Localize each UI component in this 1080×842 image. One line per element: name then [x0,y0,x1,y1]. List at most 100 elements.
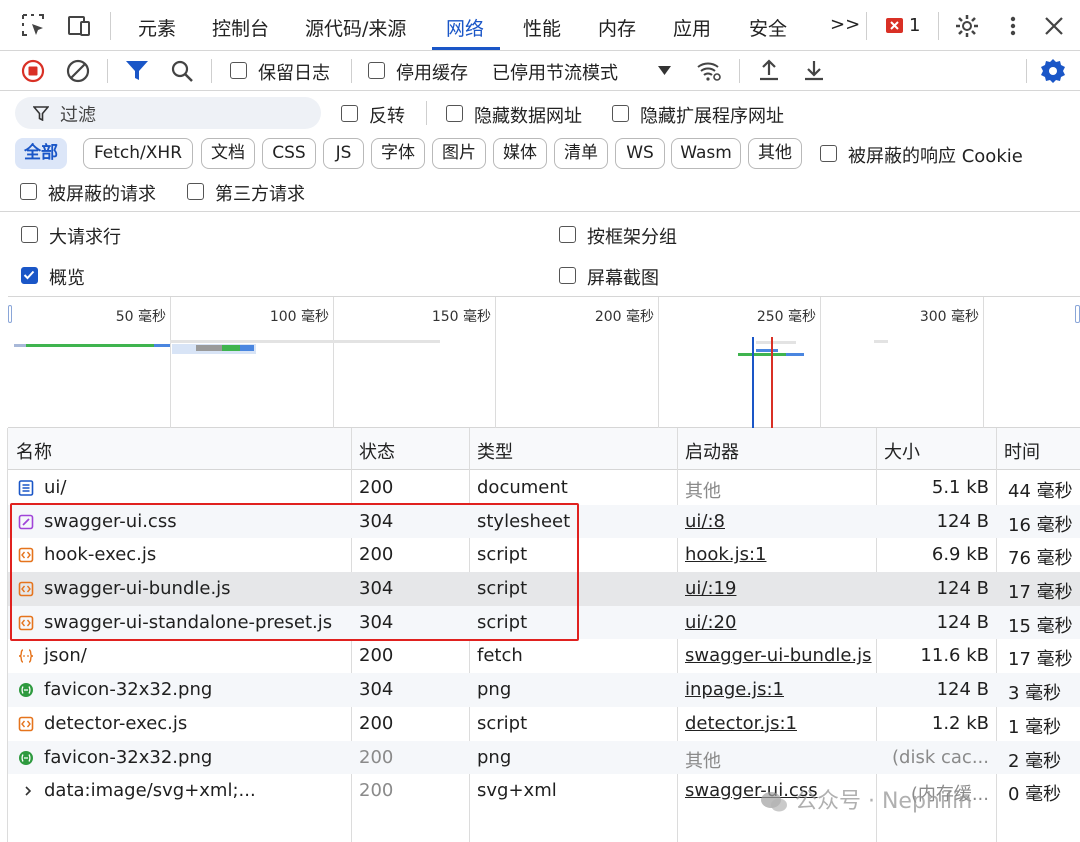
column-header-initiator[interactable]: 启动器 [685,438,739,464]
tab-elements[interactable]: 元素 [138,14,176,41]
request-initiator-link[interactable]: ui/:19 [685,578,736,599]
error-badge[interactable]: 1 [886,15,920,36]
request-initiator-link[interactable]: hook.js:1 [685,544,766,565]
type-filter-doc[interactable]: 文档 [201,138,255,169]
filter-funnel-icon [33,106,49,121]
type-filter-img[interactable]: 图片 [432,138,486,169]
timeline-overview[interactable]: 50 毫秒 100 毫秒 150 毫秒 200 毫秒 250 毫秒 300 毫秒 [8,296,1080,428]
request-time: 2 毫秒 [1008,750,1062,772]
tab-application[interactable]: 应用 [673,14,711,41]
more-tabs-button[interactable]: >> [830,14,860,35]
request-initiator-link[interactable]: detector.js:1 [685,713,797,734]
type-filter-all[interactable]: 全部 [15,138,67,169]
request-time: 17 毫秒 [1008,649,1073,671]
filter-funnel-icon[interactable] [125,60,149,82]
column-header-time[interactable]: 时间 [1004,438,1040,464]
third-party-checkbox[interactable] [187,183,204,200]
request-initiator-link[interactable]: ui/:20 [685,612,736,633]
hide-extension-urls-checkbox[interactable] [612,105,629,122]
request-time: 0 毫秒 [1008,784,1062,806]
request-name: json/ [44,645,87,667]
request-size: (disk cac... [892,746,989,768]
request-initiator-link[interactable]: swagger-ui-bundle.js [685,645,879,666]
tab-sources[interactable]: 源代码/来源 [305,14,406,41]
preserve-log-checkbox[interactable] [230,62,247,79]
close-icon[interactable] [1041,13,1067,39]
device-toolbar-icon[interactable] [66,13,92,39]
tab-network[interactable]: 网络 [446,14,484,41]
hide-extension-urls-label: 隐藏扩展程序网址 [640,106,784,127]
wechat-icon [761,792,787,812]
request-size: 124 B [936,578,989,600]
record-stop-icon[interactable] [21,59,45,83]
active-tab-indicator [432,47,500,50]
element-picker-icon[interactable] [21,13,47,39]
table-row[interactable]: favicon-32x32.png 304 png inpage.js:1 12… [8,673,1080,707]
clear-icon[interactable] [66,59,90,83]
type-filter-font[interactable]: 字体 [371,138,425,169]
document-icon [18,480,34,496]
blocked-requests-checkbox[interactable] [20,183,37,200]
blocked-cookies-checkbox[interactable] [820,145,837,162]
table-row[interactable]: detector-exec.js 200 script detector.js:… [8,707,1080,741]
table-row[interactable]: json/ 200 fetch swagger-ui-bundle.js 11.… [8,639,1080,673]
request-size: 5.1 kB [931,477,989,498]
export-har-icon[interactable] [802,58,826,82]
tab-performance[interactable]: 性能 [523,14,561,41]
request-initiator-link[interactable]: ui/:8 [685,511,725,532]
request-time: 16 毫秒 [1008,514,1073,536]
timeline-right-handle[interactable] [1075,305,1080,323]
screenshots-checkbox[interactable] [559,267,576,284]
type-filter-ws[interactable]: WS [615,138,665,169]
disable-cache-checkbox[interactable] [368,62,385,79]
type-filter-fetch-xhr[interactable]: Fetch/XHR [83,138,193,169]
table-row[interactable]: ui/ 200 document 其他 5.1 kB 44 毫秒 [8,471,1080,505]
type-filter-wasm[interactable]: Wasm [671,138,741,169]
throttling-select[interactable]: 已停用节流模式 [492,59,618,85]
column-header-size[interactable]: 大小 [884,438,920,464]
big-request-rows-checkbox[interactable] [21,226,38,243]
request-time: 1 毫秒 [1008,716,1062,738]
tab-security[interactable]: 安全 [749,14,787,41]
request-time: 15 毫秒 [1008,615,1073,637]
script-icon [18,716,34,732]
watermark-text: 公众号 · Nephilin [795,789,973,814]
tab-memory[interactable]: 内存 [598,14,636,41]
settings-gear-icon[interactable] [954,13,980,39]
network-conditions-icon[interactable] [696,59,722,83]
timeline-label-250: 250 毫秒 [756,309,816,325]
search-icon[interactable] [170,59,194,83]
hide-data-urls-checkbox[interactable] [446,105,463,122]
import-har-icon[interactable] [757,58,781,82]
timeline-left-handle[interactable] [8,305,12,323]
timeline-label-200: 200 毫秒 [594,309,654,325]
request-type: png [477,746,512,768]
type-filter-manifest[interactable]: 清单 [554,138,608,169]
column-header-status[interactable]: 状态 [359,438,395,464]
network-settings-gear-icon[interactable] [1040,58,1066,84]
overview-checkbox[interactable] [21,267,38,284]
dropdown-arrow-icon[interactable] [658,66,671,75]
invert-label: 反转 [369,106,405,127]
image-icon [19,683,33,698]
dom-content-loaded-marker [752,337,754,428]
blocked-cookies-label: 被屏蔽的响应 Cookie [848,146,1023,167]
third-party-label: 第三方请求 [215,184,305,205]
type-filter-css[interactable]: CSS [262,138,316,169]
filter-input[interactable]: 过滤 [15,97,321,129]
type-filter-js[interactable]: JS [323,138,364,169]
request-status: 304 [359,679,394,701]
request-initiator-link[interactable]: inpage.js:1 [685,679,784,700]
more-options-icon[interactable] [1000,13,1026,39]
invert-checkbox[interactable] [341,105,358,122]
type-filter-other[interactable]: 其他 [748,138,802,169]
table-row[interactable]: favicon-32x32.png 200 png 其他 (disk cac..… [8,740,1080,775]
tab-console[interactable]: 控制台 [212,14,269,41]
column-header-type[interactable]: 类型 [477,438,513,464]
chevron-right-icon[interactable] [20,783,36,799]
screenshots-label: 屏幕截图 [587,268,659,289]
type-filter-media[interactable]: 媒体 [493,138,547,169]
group-by-frame-checkbox[interactable] [559,226,576,243]
request-size: 124 B [936,510,989,532]
column-header-name[interactable]: 名称 [16,438,52,464]
